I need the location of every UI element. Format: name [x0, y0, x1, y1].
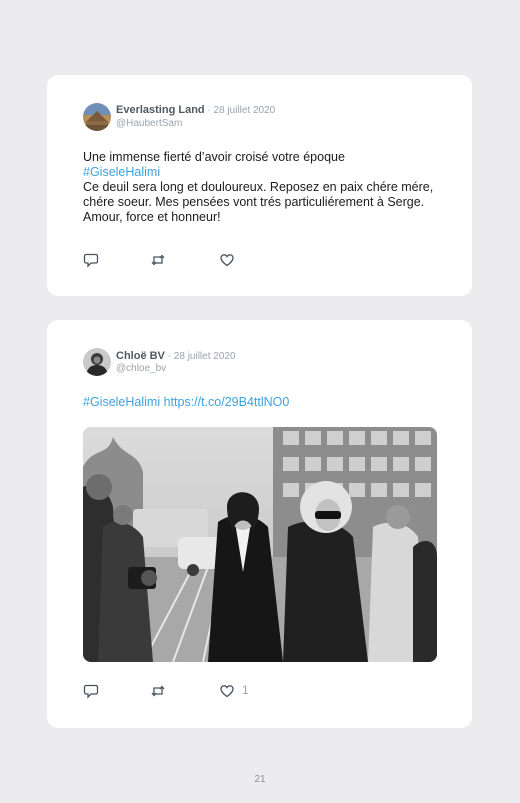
display-name[interactable]: Everlasting Land [116, 104, 205, 116]
retweet-icon[interactable] [150, 683, 166, 699]
page-number: 21 [254, 774, 266, 785]
date-separator: · [204, 105, 214, 116]
tweet-card: Everlasting Land · 28 juillet 2020 @Haub… [47, 75, 472, 296]
tweet-actions [83, 252, 283, 268]
user-handle[interactable]: @chloe_bv [116, 363, 166, 374]
reply-icon[interactable] [83, 252, 99, 268]
tweet-header: Chloë BV · 28 juillet 2020 [116, 350, 236, 362]
reply-icon[interactable] [83, 683, 99, 699]
avatar[interactable] [83, 103, 111, 131]
avatar[interactable] [83, 348, 111, 376]
tweet-date[interactable]: 28 juillet 2020 [174, 351, 236, 362]
tweet-text-line: Ce deuil sera long et douloureux. Repose… [83, 180, 434, 224]
date-separator: · [164, 351, 174, 362]
tweet-card: Chloë BV · 28 juillet 2020 @chloe_bv #Gi… [47, 320, 472, 728]
tweet-date[interactable]: 28 juillet 2020 [214, 105, 276, 116]
hashtag-link[interactable]: #GiseleHalimi [83, 395, 160, 409]
tweet-url-link[interactable]: https://t.co/29B4ttlNO0 [164, 395, 290, 409]
tweet-actions: 1 [83, 683, 283, 699]
user-handle[interactable]: @HaubertSam [116, 118, 182, 129]
heart-icon[interactable] [219, 683, 235, 699]
retweet-icon[interactable] [150, 252, 166, 268]
like-count: 1 [242, 683, 249, 697]
heart-icon[interactable] [219, 252, 235, 268]
tweet-text: Une immense fierté d’avoir croisé votre … [83, 150, 443, 225]
tweet-text: #GiseleHalimi https://t.co/29B4ttlNO0 [83, 395, 443, 410]
display-name[interactable]: Chloë BV [116, 350, 165, 362]
tweet-text-line: Une immense fierté d’avoir croisé votre … [83, 150, 345, 164]
tweet-photo[interactable] [83, 427, 437, 662]
tweet-header: Everlasting Land · 28 juillet 2020 [116, 104, 275, 116]
hashtag-link[interactable]: #GiseleHalimi [83, 165, 443, 180]
